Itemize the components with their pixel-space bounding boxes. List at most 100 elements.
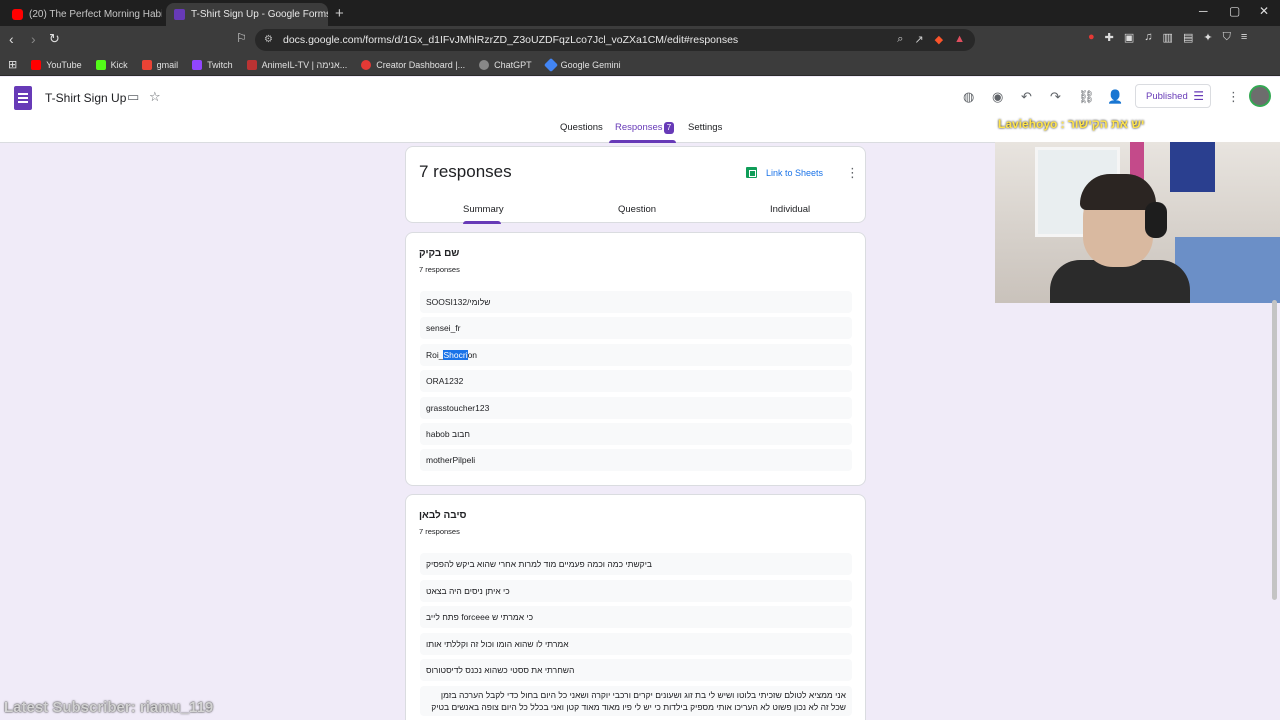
tab-settings[interactable]: Settings: [688, 122, 722, 133]
bookmark-label: AnimeIL-TV | אנימה...: [261, 59, 348, 70]
browser-tab-youtube[interactable]: (20) The Perfect Morning Habits (Bad: [4, 3, 162, 26]
responses-count-heading: 7 responses: [419, 162, 512, 181]
published-label: Published: [1146, 90, 1188, 102]
response-item: אני ממציא לטולם שזכיתי בלוטו ושיש לי בת …: [420, 686, 852, 716]
bookmark-label: ChatGPT: [494, 59, 532, 70]
tab-responses[interactable]: Responses: [615, 122, 663, 133]
address-bar[interactable]: ⚙ docs.google.com/forms/d/1Gx_d1IFvJMhlR…: [255, 29, 975, 51]
latest-subscriber-overlay: Latest Subscriber: riamu_119: [4, 699, 214, 716]
bookmark-gemini[interactable]: Google Gemini: [543, 57, 621, 72]
bookmark-creator-dashboard[interactable]: Creator Dashboard |...: [361, 59, 466, 70]
extension-icons: ● ✚ ▣ ♫ ▥ ▤ ✦ ⛉ ≡: [1088, 31, 1247, 44]
twitch-icon: [192, 59, 203, 70]
tab-title: T-Shirt Sign Up - Google Forms: [191, 9, 328, 20]
rewards-icon[interactable]: ▲: [954, 33, 965, 46]
ai-icon[interactable]: ✦: [1203, 31, 1212, 44]
avatar[interactable]: [1249, 85, 1271, 107]
close-window-icon[interactable]: ✕: [1259, 4, 1269, 18]
published-button[interactable]: Published ☰: [1135, 84, 1211, 108]
bookmark-chatgpt[interactable]: ChatGPT: [479, 59, 532, 70]
extension-icon[interactable]: ✚: [1105, 31, 1114, 44]
response-item: אמרתי לו שהוא הומו וכול זה וקללתי אותו: [420, 633, 852, 655]
site-info-icon[interactable]: ⚙: [264, 34, 273, 45]
tab-title: (20) The Perfect Morning Habits (Bad: [29, 9, 162, 20]
question-response-count: 7 responses: [419, 527, 460, 536]
gmail-icon: [141, 59, 152, 70]
subtab-individual[interactable]: Individual: [770, 204, 810, 215]
kick-icon: [95, 59, 106, 70]
question-summary-card: סיבה לבאן 7 responses ביקשתי כמה וכמה פע…: [405, 494, 866, 720]
forms-header: T-Shirt Sign Up ▭ ☆ ◍ ◉ ↶ ↷ ⛓ 👤 Publishe…: [0, 77, 1280, 143]
star-icon[interactable]: ☆: [149, 89, 161, 105]
sidebar-icon[interactable]: ▥: [1163, 31, 1173, 44]
tab-questions[interactable]: Questions: [560, 122, 603, 133]
responses-count-badge: 7: [664, 122, 674, 134]
bookmark-animeil[interactable]: AnimeIL-TV | אנימה...: [246, 59, 348, 70]
bookmark-label: Google Gemini: [560, 59, 621, 70]
apps-icon[interactable]: ⊞: [8, 58, 17, 71]
response-item-selected[interactable]: Roi_Shocrion: [420, 344, 852, 366]
forward-icon[interactable]: ›: [31, 31, 36, 47]
menu-icon[interactable]: ≡: [1241, 31, 1247, 44]
folder-icon[interactable]: ▭: [127, 89, 139, 105]
response-text: Roi_: [426, 350, 444, 360]
bookmark-label: YouTube: [46, 59, 82, 70]
forms-icon: [174, 9, 185, 20]
brave-shield-icon[interactable]: ◆: [935, 33, 943, 46]
stream-chat-overlay: Laviehoyo : יש את הקישור: [998, 117, 1145, 131]
reload-icon[interactable]: ↻: [49, 31, 60, 47]
creator-icon: [361, 59, 372, 70]
webcam-overlay: [995, 142, 1280, 303]
screenshot-icon[interactable]: ▣: [1124, 31, 1134, 44]
bookmark-gmail[interactable]: gmail: [141, 59, 178, 70]
active-tab-indicator: [609, 140, 676, 143]
question-summary-card: שם בקיק 7 responses SOOSI132/שלומי sense…: [405, 232, 866, 486]
bookmark-label: Creator Dashboard |...: [376, 59, 466, 70]
response-text: on: [467, 350, 478, 360]
gemini-icon: [543, 57, 558, 72]
wallet-icon[interactable]: ▤: [1183, 31, 1193, 44]
add-collaborator-icon[interactable]: 👤: [1107, 89, 1123, 105]
back-icon[interactable]: ‹: [9, 31, 14, 47]
page-scrollbar[interactable]: [1272, 300, 1277, 600]
active-subtab-indicator: [463, 221, 501, 224]
more-options-icon[interactable]: ⋮: [1227, 89, 1240, 105]
browser-tab-forms[interactable]: T-Shirt Sign Up - Google Forms ✕: [166, 3, 328, 26]
response-item: sensei_fr: [420, 317, 852, 339]
link-to-sheets-button[interactable]: Link to Sheets: [746, 167, 823, 178]
bookmark-icon[interactable]: ⚐: [236, 31, 247, 45]
zoom-icon[interactable]: ⌕: [897, 33, 903, 46]
google-forms-icon[interactable]: [14, 86, 32, 110]
maximize-icon[interactable]: ▢: [1229, 4, 1240, 18]
bookmarks-bar: ⊞ YouTube Kick gmail Twitch AnimeIL-TV |…: [0, 54, 1280, 76]
response-item: motherPilpeli: [420, 449, 852, 471]
music-icon[interactable]: ♫: [1144, 31, 1152, 44]
response-item: פתח לייב forceee כי אמרתי ש: [420, 606, 852, 628]
new-tab-icon[interactable]: +: [335, 5, 344, 22]
link-icon[interactable]: ⛓: [1078, 89, 1095, 105]
response-item: habob חבוב: [420, 423, 852, 445]
undo-icon[interactable]: ↶: [1021, 89, 1032, 105]
redo-icon[interactable]: ↷: [1050, 89, 1061, 105]
url-text: docs.google.com/forms/d/1Gx_d1IFvJMhlRzr…: [283, 34, 739, 46]
palette-icon[interactable]: ◍: [963, 89, 974, 105]
response-item: grasstoucher123: [420, 397, 852, 419]
more-options-icon[interactable]: ⋮: [846, 165, 859, 181]
animeil-icon: [246, 59, 257, 70]
preview-eye-icon[interactable]: ◉: [992, 89, 1003, 105]
share-icon[interactable]: ↗: [914, 33, 923, 46]
question-title: שם בקיק: [419, 248, 460, 259]
form-title[interactable]: T-Shirt Sign Up: [45, 91, 126, 105]
bookmark-youtube[interactable]: YouTube: [31, 59, 82, 70]
vpn-icon[interactable]: ⛉: [1223, 31, 1231, 44]
subtab-summary[interactable]: Summary: [463, 204, 504, 215]
record-icon[interactable]: ●: [1088, 31, 1095, 44]
bookmark-twitch[interactable]: Twitch: [192, 59, 233, 70]
bookmark-kick[interactable]: Kick: [95, 59, 128, 70]
subtab-question[interactable]: Question: [618, 204, 656, 215]
link-to-sheets-label: Link to Sheets: [766, 167, 824, 178]
youtube-icon: [12, 9, 23, 20]
minimize-icon[interactable]: ─: [1199, 4, 1208, 18]
question-title: סיבה לבאן: [419, 510, 467, 521]
response-item: ORA1232: [420, 370, 852, 392]
